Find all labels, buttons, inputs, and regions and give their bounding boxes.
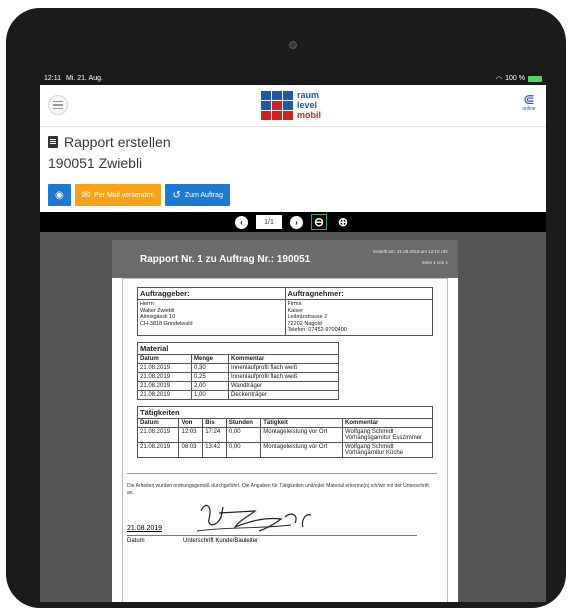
report-body: Auftraggeber: Auftragnehmer: Herrn Walte… bbox=[122, 278, 448, 602]
table-row: 21.08.2019 0,30 Innenlaufprofil flach we… bbox=[137, 362, 340, 373]
tablet-frame: 12:11 Mi. 21. Aug. ◠ 100 % raum level mo… bbox=[6, 8, 566, 608]
table-row: 21.08.2019 2,00 Wandträger bbox=[137, 380, 340, 391]
hamburger-icon bbox=[53, 100, 63, 103]
page-title: Rapport erstellen bbox=[64, 134, 171, 150]
table-row: 21.08.2019 12:03 17:24 0,00 Montageleist… bbox=[136, 426, 433, 443]
contractor-header: Auftragnehmer: bbox=[284, 287, 433, 300]
logo: raum level mobil bbox=[261, 90, 331, 123]
divider bbox=[127, 473, 437, 474]
eye-icon: ◉ bbox=[55, 189, 64, 201]
material-caption: Material bbox=[137, 341, 339, 355]
mail-icon: ✉ bbox=[81, 189, 91, 201]
zoom-out-icon[interactable]: ⊖ bbox=[311, 214, 327, 230]
online-indicator: ⋐ online bbox=[518, 92, 540, 112]
logo-text-mobil: mobil bbox=[297, 110, 321, 120]
logo-grid-icon bbox=[261, 91, 295, 121]
address-table: Auftraggeber: Auftragnehmer: Herrn Walte… bbox=[137, 287, 433, 336]
sign-date: 21.08.2019 bbox=[127, 525, 163, 532]
screen: 12:11 Mi. 21. Aug. ◠ 100 % raum level mo… bbox=[40, 72, 546, 602]
logo-text-raum: raum bbox=[297, 90, 320, 100]
next-page-icon[interactable]: › bbox=[290, 215, 303, 229]
client-header: Auftraggeber: bbox=[137, 287, 286, 300]
undo-icon: ↺ bbox=[172, 189, 181, 201]
tasks-table: Tätigkeiten Datum Von Bis Stunden Tätigk… bbox=[136, 405, 433, 458]
document-icon bbox=[48, 136, 58, 148]
sign-date-label: Datum bbox=[127, 538, 145, 544]
client-address: Herrn Walter Zwiebli Almisgässli 10 CH-3… bbox=[137, 299, 286, 336]
to-order-label: Zum Auftrag bbox=[184, 191, 223, 199]
previous-page-icon[interactable]: ‹ bbox=[235, 215, 248, 229]
table-row: 21.08.2019 1,00 Deckenträger bbox=[137, 389, 340, 400]
report-page: Rapport Nr. 1 zu Auftrag Nr.: 190051 Ers… bbox=[112, 240, 458, 602]
pdf-viewer: ‹ 1/1 › ⊖ ⊕ Rapport Nr. 1 zu Auftrag Nr.… bbox=[40, 212, 546, 602]
page-subtitle: 190051 Zwiebli bbox=[48, 155, 143, 171]
battery-icon bbox=[528, 75, 542, 82]
app-header: raum level mobil ⋐ online bbox=[40, 85, 546, 127]
signal-icon: ⋐ bbox=[523, 91, 535, 107]
table-row: 21.08.2019 08:03 13:42 0,00 Montageleist… bbox=[136, 441, 433, 458]
wifi-icon: ◠ bbox=[496, 75, 503, 83]
title-block: Rapport erstellen 190051 Zwiebli bbox=[40, 127, 546, 171]
signature-image bbox=[196, 504, 312, 532]
contractor-address: Firma Kaiser Leibnizstrasse 2 72202 Nago… bbox=[284, 299, 433, 336]
to-order-button[interactable]: ↺ Zum Auftrag bbox=[165, 184, 230, 206]
camera bbox=[289, 41, 297, 49]
zoom-in-icon[interactable]: ⊕ bbox=[335, 214, 351, 230]
page-number-input[interactable]: 1/1 bbox=[256, 215, 282, 229]
send-mail-button[interactable]: ✉ Per Mail versenden bbox=[74, 184, 162, 206]
status-time: 12:11 bbox=[44, 75, 61, 82]
action-bar: ◉ ✉ Per Mail versenden ↺ Zum Auftrag bbox=[48, 184, 230, 206]
report-created: Erstellt am: 21.08.2019 um 12:10 Uhr bbox=[373, 249, 448, 254]
report-page-info: Seite 1 von 1 bbox=[421, 260, 448, 265]
sign-signature-label: Unterschrift Kunde/Bauleiter bbox=[183, 538, 259, 544]
signature-line bbox=[127, 535, 417, 536]
status-date: Mi. 21. Aug. bbox=[65, 75, 103, 82]
tasks-caption: Tätigkeiten bbox=[137, 405, 433, 419]
logo-text-level: level bbox=[297, 100, 318, 110]
online-label: online bbox=[522, 106, 536, 112]
material-table: Material Datum Menge Kommentar 21.08.201… bbox=[137, 341, 340, 400]
report-title: Rapport Nr. 1 zu Auftrag Nr.: 190051 bbox=[140, 254, 311, 265]
viewer-toolbar: ‹ 1/1 › ⊖ ⊕ bbox=[40, 212, 546, 232]
menu-button[interactable] bbox=[48, 95, 68, 115]
status-bar: 12:11 Mi. 21. Aug. ◠ 100 % bbox=[40, 72, 546, 85]
report-header: Rapport Nr. 1 zu Auftrag Nr.: 190051 Ers… bbox=[112, 240, 458, 278]
preview-button[interactable]: ◉ bbox=[48, 184, 71, 206]
table-row: 21.08.2019 0,25 Innenlaufprofil flach we… bbox=[137, 371, 340, 382]
battery-percent: 100 % bbox=[505, 75, 525, 82]
confirmation-note: Die Arbeiten wurden ordnungsgemäß durchg… bbox=[127, 483, 429, 496]
send-mail-label: Per Mail versenden bbox=[94, 191, 155, 199]
